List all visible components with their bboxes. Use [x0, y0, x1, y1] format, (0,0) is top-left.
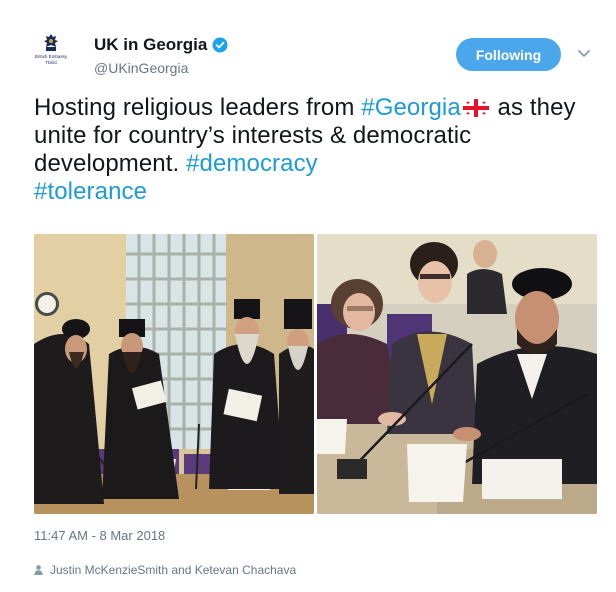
hashtag-democracy[interactable]: #democracy	[186, 150, 318, 177]
handle[interactable]: @UKinGeorgia	[94, 60, 228, 76]
tweet-text-segment: Hosting religious leaders from	[34, 94, 362, 121]
avatar[interactable]: British Embassy Tbilisi	[34, 33, 68, 67]
display-name-row[interactable]: UK in Georgia	[94, 35, 228, 55]
tagged-people[interactable]: Justin McKenzieSmith and Ketevan Chachav…	[34, 563, 296, 577]
georgia-flag-icon	[462, 99, 489, 117]
verified-badge-icon	[212, 37, 228, 53]
tweet-photo-left[interactable]	[34, 234, 314, 514]
avatar-line-2: Tbilisi	[45, 60, 57, 65]
tweet-photo-right[interactable]	[317, 234, 597, 514]
chevron-down-icon[interactable]	[578, 50, 590, 58]
display-name[interactable]: UK in Georgia	[94, 35, 207, 55]
hashtag-georgia[interactable]: #Georgia	[361, 94, 461, 121]
avatar-line-1: British Embassy	[34, 54, 68, 59]
royal-crest-icon	[44, 34, 58, 51]
tagged-people-label[interactable]: Justin McKenzieSmith and Ketevan Chachav…	[50, 563, 296, 577]
hashtag-tolerance[interactable]: #tolerance	[34, 178, 147, 205]
tweet-text: Hosting religious leaders from #Georgia …	[34, 94, 604, 206]
tweet-timestamp[interactable]: 11:47 AM - 8 Mar 2018	[34, 528, 165, 543]
following-button[interactable]: Following	[456, 38, 561, 71]
tweet-card: British Embassy Tbilisi UK in Georgia @U…	[0, 0, 616, 592]
account-info: UK in Georgia @UKinGeorgia	[94, 35, 228, 76]
person-icon	[34, 565, 43, 575]
